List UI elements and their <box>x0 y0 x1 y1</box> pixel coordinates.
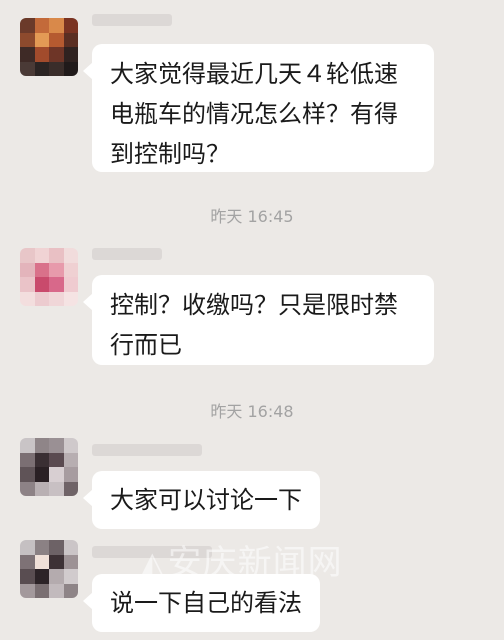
timestamp: 昨天 16:48 <box>210 402 294 421</box>
message-text: 控制？收缴吗？只是限时禁行而已 <box>110 291 398 359</box>
message-text: 大家可以讨论一下 <box>110 486 302 514</box>
watermark-text: 安庆新闻网 <box>167 543 343 583</box>
avatar[interactable] <box>20 438 78 496</box>
sender-name-redacted <box>92 444 202 456</box>
message-text: 大家觉得最近几天４轮低速电瓶车的情况怎么样？有得到控制吗？ <box>110 60 398 168</box>
avatar[interactable] <box>20 540 78 598</box>
sender-name-redacted <box>92 248 162 260</box>
message-text: 说一下自己的看法 <box>110 589 302 617</box>
timestamp: 昨天 16:45 <box>210 207 294 226</box>
message-bubble[interactable]: 大家觉得最近几天４轮低速电瓶车的情况怎么样？有得到控制吗？ <box>83 44 434 172</box>
logo-mark-icon: ◭ <box>140 544 166 582</box>
message-bubble[interactable]: 控制？收缴吗？只是限时禁行而已 <box>83 275 434 365</box>
avatar[interactable] <box>20 18 78 76</box>
avatar[interactable] <box>20 248 78 306</box>
message-bubble[interactable]: 大家可以讨论一下 <box>83 471 320 529</box>
sender-name-redacted <box>92 14 172 26</box>
watermark: ◭安庆新闻网 <box>140 535 343 584</box>
